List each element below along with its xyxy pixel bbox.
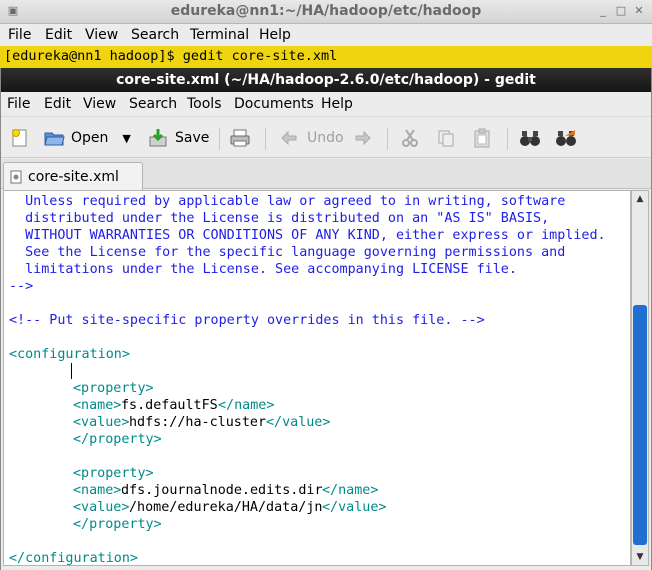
terminal-menu-search[interactable]: Search [131, 27, 179, 43]
terminal-command-line[interactable]: [edureka@nn1 hadoop]$ gedit core-site.xm… [0, 46, 652, 68]
toolbar-separator [219, 128, 220, 150]
save-label: Save [175, 130, 210, 146]
paste-button[interactable] [471, 124, 499, 152]
code-line: </configuration> [9, 551, 138, 566]
print-button[interactable] [229, 124, 257, 152]
vertical-scrollbar[interactable]: ▲ ▼ [631, 190, 649, 566]
find-replace-button[interactable] [555, 124, 583, 152]
scissors-icon [399, 127, 421, 149]
terminal-title: edureka@nn1:~/HA/hadoop/etc/hadoop [170, 3, 482, 19]
gedit-title: core-site.xml (~/HA/hadoop-2.6.0/etc/had… [116, 72, 536, 88]
code-line: Unless required by applicable law or agr… [9, 194, 566, 209]
terminal-menubar: File Edit View Search Terminal Help [0, 24, 652, 46]
toolbar-separator [265, 128, 266, 150]
text-editor[interactable]: Unless required by applicable law or agr… [3, 190, 631, 566]
text-cursor [71, 363, 72, 379]
maximize-icon[interactable]: □ [614, 4, 628, 18]
code-text: /home/edureka/HA/data/jn [129, 500, 323, 515]
redo-button[interactable] [351, 124, 379, 152]
code-tag: <value> [73, 415, 130, 430]
terminal-menu-edit[interactable]: Edit [45, 27, 72, 43]
code-tag: </value> [322, 500, 387, 515]
tab-label: core-site.xml [28, 168, 119, 185]
gedit-menu-view[interactable]: View [83, 96, 116, 112]
print-icon [229, 127, 251, 149]
gedit-window: core-site.xml (~/HA/hadoop-2.6.0/etc/had… [0, 68, 652, 570]
code-text: dfs.journalnode.edits.dir [121, 483, 323, 498]
gedit-menu-documents[interactable]: Documents [234, 96, 314, 112]
copy-button[interactable] [435, 124, 463, 152]
terminal-titlebar[interactable]: ▣ edureka@nn1:~/HA/hadoop/etc/hadoop _ □… [0, 0, 652, 24]
find-replace-icon [555, 127, 577, 149]
code-tag: <property> [73, 466, 154, 481]
folder-open-icon [43, 127, 65, 149]
copy-icon [435, 127, 457, 149]
code-tag: <property> [73, 381, 154, 396]
toolbar-separator [507, 128, 508, 150]
terminal-menu-help[interactable]: Help [259, 27, 291, 43]
scrollbar-thumb[interactable] [633, 305, 647, 545]
chevron-down-icon[interactable]: ▼ [122, 132, 130, 145]
gedit-menu-file[interactable]: File [7, 96, 30, 112]
terminal-menu-file[interactable]: File [8, 27, 31, 43]
new-document-button[interactable] [9, 124, 37, 152]
paste-icon [471, 127, 493, 149]
document-icon [10, 170, 22, 184]
new-document-icon [9, 127, 31, 149]
undo-icon [279, 127, 301, 149]
terminal-menu-terminal[interactable]: Terminal [190, 27, 249, 43]
toolbar-separator [387, 128, 388, 150]
tab-core-site[interactable]: core-site.xml [3, 162, 143, 190]
code-tag: <name> [73, 398, 122, 413]
tab-bar: core-site.xml [1, 159, 651, 190]
code-tag: </property> [73, 432, 162, 447]
open-label: Open [71, 130, 109, 146]
code-text: hdfs://ha-cluster [129, 415, 267, 430]
scroll-down-icon[interactable]: ▼ [632, 549, 648, 565]
cut-button[interactable] [399, 124, 427, 152]
gedit-menu-tools[interactable]: Tools [187, 96, 222, 112]
save-icon [147, 127, 169, 149]
code-tag: <name> [73, 483, 122, 498]
code-tag: </property> [73, 517, 162, 532]
code-line: <configuration> [9, 347, 130, 362]
find-button[interactable] [519, 124, 547, 152]
gedit-titlebar[interactable]: core-site.xml (~/HA/hadoop-2.6.0/etc/had… [1, 68, 651, 92]
undo-label: Undo [307, 130, 344, 146]
gedit-menu-help[interactable]: Help [321, 96, 353, 112]
code-tag: </name> [322, 483, 379, 498]
minimize-icon[interactable]: _ [596, 4, 610, 18]
code-line: See the License for the specific languag… [9, 245, 566, 260]
toolbar: Open ▼ Save Undo [1, 118, 651, 158]
code-line: --> [9, 279, 34, 294]
code-tag: <value> [73, 500, 130, 515]
code-text: fs.defaultFS [121, 398, 218, 413]
code-line: distributed under the License is distrib… [9, 211, 550, 226]
terminal-menu-view[interactable]: View [85, 27, 118, 43]
redo-icon [351, 127, 373, 149]
code-line: WITHOUT WARRANTIES OR CONDITIONS OF ANY … [9, 228, 606, 243]
gedit-menubar: File Edit View Search Tools Documents He… [1, 92, 651, 117]
code-tag: </name> [218, 398, 275, 413]
save-button[interactable]: Save [147, 124, 209, 152]
close-icon[interactable]: ✕ [632, 4, 646, 18]
binoculars-icon [519, 127, 541, 149]
open-button[interactable]: Open ▼ [43, 124, 131, 152]
undo-button[interactable]: Undo [279, 124, 344, 152]
scroll-up-icon[interactable]: ▲ [632, 191, 648, 207]
code-tag: </value> [266, 415, 331, 430]
code-line: <!-- Put site-specific property override… [9, 313, 485, 328]
gedit-menu-edit[interactable]: Edit [44, 96, 71, 112]
code-line: limitations under the License. See accom… [9, 262, 517, 277]
gedit-menu-search[interactable]: Search [129, 96, 177, 112]
